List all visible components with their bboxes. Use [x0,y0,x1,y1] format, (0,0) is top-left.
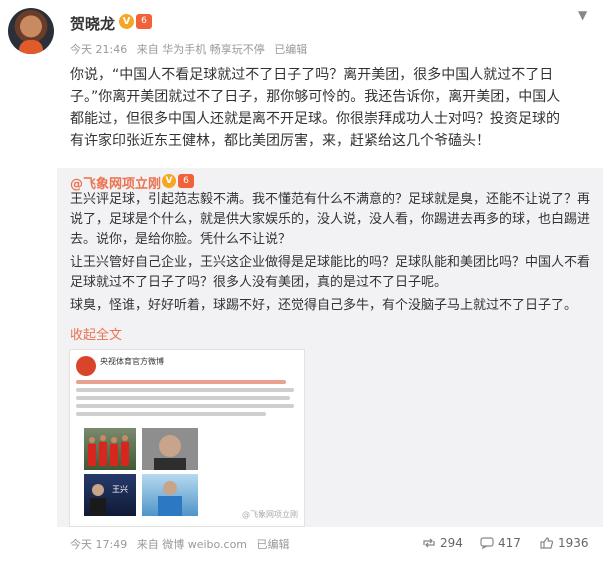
chevron-down-icon[interactable]: ▼ [578,8,587,22]
thumb-text-line [76,404,294,408]
repost-time[interactable]: 今天 17:49 [70,538,127,551]
like-count: 1936 [558,536,589,550]
thumb-text-line [76,396,290,400]
thumb-title: 央视体育官方微博 [100,357,164,366]
comment-count: 417 [498,536,521,550]
level-badge: 6 [136,14,152,29]
repost-icon [423,538,435,548]
repost-edited-label[interactable]: 已编辑 [257,538,290,551]
post-time[interactable]: 今天 21:46 [70,43,127,56]
comment-action[interactable]: 417 [480,536,521,550]
repost-paragraph: 让王兴管好自己企业，王兴这企业做得是足球能比的吗？足球队能和美团比吗？中国人不看… [70,255,591,290]
verified-badge: V [119,14,134,29]
repost-paragraph: 球臭，怪谁，好好听着，球踢不好，还觉得自己多牛，有个没脑子马上就过不了日子了。 [70,298,578,313]
avatar[interactable] [8,8,54,54]
post-source: 来自 华为手机 畅享玩不停 [136,43,265,56]
repost-image[interactable]: 央视体育官方微博 王兴 @飞象网项立刚 [69,349,305,527]
thumb-text-line [76,412,266,416]
comment-icon [480,537,494,549]
like-action[interactable]: 1936 [540,536,589,550]
collapse-link[interactable]: 收起全文 [70,324,122,343]
repost-footer: 今天 17:49 来自 微博 weibo.com 已编辑 [70,536,296,552]
repost-paragraph: 王兴评足球，引起范志毅不满。我不懂范有什么不满意的？足球就是臭，还能不让说了？再… [70,192,591,247]
repost-text: 王兴评足球，引起范志毅不满。我不懂范有什么不满意的？足球就是臭，还能不让说了？再… [70,190,590,319]
thumb-photo-wangxing: 王兴 [84,474,136,516]
post-body-line: 子。”你离开美团就过不了日子，那你够可怜的。我还告诉你，离开美团，中国人 [70,89,561,105]
thumb-photo-player [142,474,198,516]
thumb-text-line [76,380,286,384]
thumb-watermark: @飞象网项立刚 [242,510,298,519]
weibo-post: 贺晓龙 V 6 ▼ 今天 21:46 来自 华为手机 畅享玩不停 已编辑 你说，… [0,0,603,565]
thumb-photo-team [84,428,136,470]
author-name[interactable]: 贺晓龙 [70,13,115,34]
speaker-photo-icon [90,484,106,516]
edited-label[interactable]: 已编辑 [274,43,307,56]
player-photo-icon [158,481,182,516]
post-body-line: 你说，“中国人不看足球就过不了日子了吗？离开美团，很多中国人就过不了日 [70,67,554,83]
repost-level-badge: 6 [178,174,194,188]
repost-verified-badge: V [162,174,176,188]
post-body: 你说，“中国人不看足球就过不了日子了吗？离开美团，很多中国人就过不了日 子。”你… [70,64,590,152]
like-icon [540,537,554,549]
post-meta: 今天 21:46 来自 华为手机 畅享玩不停 已编辑 [70,41,313,57]
thumb-avatar [76,356,96,376]
repost-count: 294 [440,536,463,550]
post-body-line: 都能过，但很多中国人还就是离不开足球。你很崇拜成功人士对吗？投资足球的 [70,111,560,127]
thumb-photo-portrait [142,428,198,470]
thumb-caption: 王兴 [112,485,128,494]
portrait-icon [154,435,186,470]
post-body-line: 有许家印张近东王健林，都比美团厉害，来，赶紧给这几个爷磕头！ [70,133,490,149]
repost-action[interactable]: 294 [422,536,463,550]
thumb-text-line [76,388,294,392]
repost-source: 来自 微博 weibo.com [136,538,248,551]
team-photo-icon [88,435,129,466]
